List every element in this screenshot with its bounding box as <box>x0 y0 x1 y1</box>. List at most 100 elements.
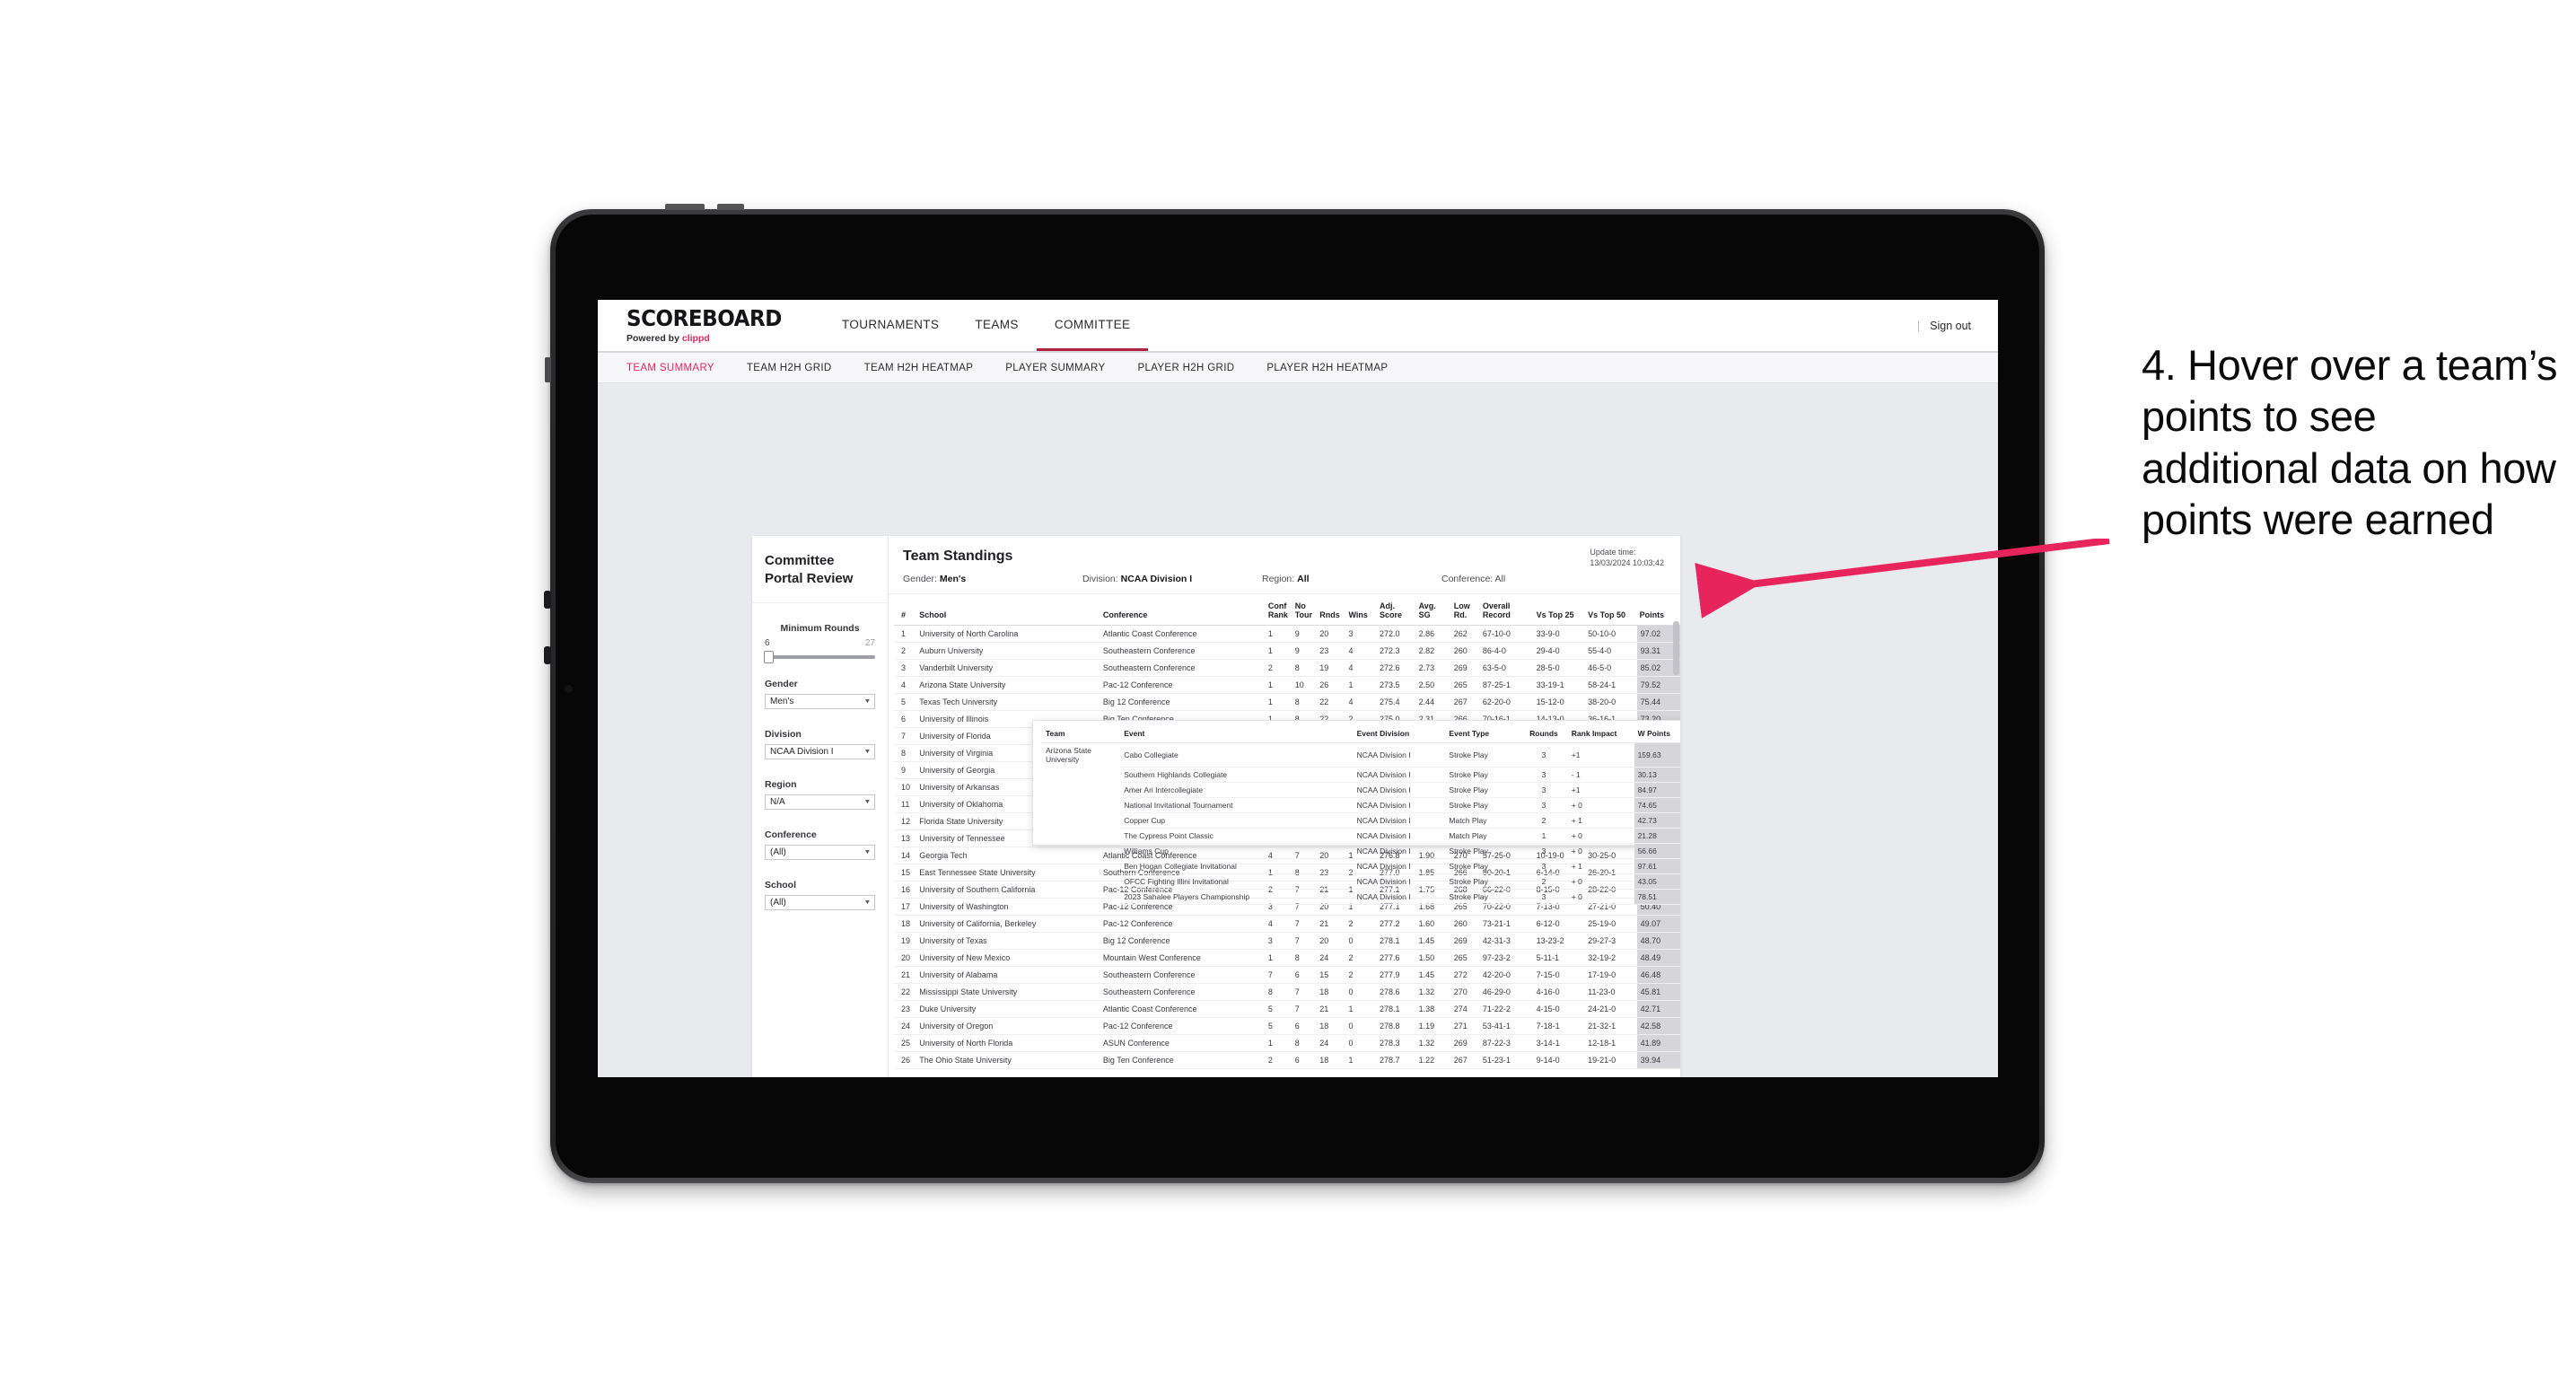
cell-t25: 7-18-1 <box>1533 1017 1586 1036</box>
cell-points[interactable]: 46.48 <box>1636 966 1680 985</box>
tooltip-cell-event: Southern Highlands Collegiate <box>1120 767 1354 783</box>
tab-player-summary[interactable]: PLAYER SUMMARY <box>1005 363 1105 373</box>
volume-down-button[interactable] <box>544 646 551 664</box>
cell-school: Auburn University <box>916 642 1100 661</box>
table-row[interactable]: 20 University of New Mexico Mountain West … <box>894 949 1680 968</box>
cell-adj: 277.2 <box>1376 915 1416 934</box>
school-select[interactable]: (All) ▼ <box>765 894 875 910</box>
annotation-text: 4. Hover over a team’s points to see add… <box>2142 341 2558 543</box>
cell-adj: 278.1 <box>1376 932 1416 951</box>
cell-t50: 19-21-0 <box>1585 1051 1637 1070</box>
table-row[interactable]: 23 Duke University Atlantic Coast Conferen… <box>894 1000 1680 1019</box>
standings-header-row: # School Conference Conf Rank No Tour Rn… <box>894 594 1680 627</box>
cell-points[interactable]: 42.58 <box>1636 1017 1680 1036</box>
cell-points[interactable]: 42.71 <box>1636 1000 1680 1019</box>
cell-num: 6 <box>894 710 917 729</box>
tooltip-cell-division: NCAA Division I <box>1353 797 1446 813</box>
tab-team-h2h-grid[interactable]: TEAM H2H GRID <box>747 363 832 373</box>
table-row[interactable]: 2 Auburn University Southeastern Conferenc… <box>894 642 1680 661</box>
cell-wn: 0 <box>1345 932 1377 951</box>
region-select[interactable]: N/A ▼ <box>765 794 875 810</box>
minimum-rounds-slider-handle[interactable] <box>764 650 774 663</box>
col-no-tour[interactable]: No Tour <box>1292 594 1318 627</box>
division-select[interactable]: NCAA Division I ▼ <box>765 743 875 759</box>
nav-item-teams[interactable]: TEAMS <box>957 300 1037 351</box>
table-row[interactable]: 18 University of California, Berkeley Pac-… <box>894 915 1680 934</box>
cell-points[interactable]: 39.94 <box>1636 1051 1680 1070</box>
table-row[interactable]: 5 Texas Tech University Big 12 Conference 1… <box>894 693 1680 712</box>
cell-points[interactable]: 48.49 <box>1636 949 1680 968</box>
col-conference[interactable]: Conference <box>1100 594 1266 627</box>
power-button[interactable] <box>665 204 705 210</box>
table-row[interactable]: 25 University of North Florida ASUN Confer… <box>894 1034 1680 1053</box>
minimum-rounds-slider[interactable] <box>764 650 875 663</box>
meta-region-label: Region: <box>1262 574 1295 584</box>
meta-conference-label: Conference: <box>1441 574 1494 584</box>
table-row[interactable]: 1 University of North Carolina Atlantic Co… <box>894 625 1680 644</box>
tab-player-h2h-heatmap[interactable]: PLAYER H2H HEATMAP <box>1266 363 1388 373</box>
signout-link[interactable]: Sign out <box>1930 320 1971 332</box>
table-row[interactable]: 4 Arizona State University Pac-12 Conferen… <box>894 676 1680 695</box>
col-rank[interactable]: # <box>894 594 917 627</box>
cell-cr: 1 <box>1265 625 1292 644</box>
nav-item-tournaments[interactable]: TOURNAMENTS <box>824 300 957 351</box>
cell-low: 269 <box>1450 659 1480 678</box>
cell-t50: 32-19-2 <box>1585 949 1637 968</box>
side-button[interactable] <box>545 357 551 382</box>
cell-rec: 51-23-1 <box>1479 1051 1534 1070</box>
cell-points[interactable]: 79.52 <box>1636 676 1680 695</box>
table-row[interactable]: 19 University of Texas Big 12 Conference 3 7… <box>894 932 1680 951</box>
tab-team-summary[interactable]: TEAM SUMMARY <box>626 363 714 373</box>
chevron-down-icon: ▼ <box>863 798 872 805</box>
table-row[interactable]: 3 Vanderbilt University Southeastern Confe… <box>894 659 1680 678</box>
tooltip-cell-division: NCAA Division I <box>1353 828 1446 844</box>
cell-rec: 71-22-2 <box>1479 1000 1534 1019</box>
volume-button[interactable] <box>717 204 744 210</box>
tab-player-h2h-grid[interactable]: PLAYER H2H GRID <box>1137 363 1234 373</box>
cell-points[interactable]: 41.89 <box>1636 1034 1680 1053</box>
cell-low: 267 <box>1450 1051 1480 1070</box>
cell-points[interactable]: 49.07 <box>1636 915 1680 934</box>
col-vs-top-25[interactable]: Vs Top 25 <box>1533 594 1586 627</box>
cell-wn: 4 <box>1345 642 1377 661</box>
vertical-scrollbar[interactable] <box>1673 621 1679 675</box>
col-rnds[interactable]: Rnds <box>1317 594 1346 627</box>
cell-nt: 9 <box>1292 625 1318 644</box>
nav-item-committee[interactable]: COMMITTEE <box>1036 300 1149 351</box>
col-school[interactable]: School <box>916 594 1100 627</box>
volume-up-button[interactable] <box>544 591 551 609</box>
cell-rn: 19 <box>1317 659 1346 678</box>
cell-points[interactable]: 48.70 <box>1636 932 1680 951</box>
cell-t50: 17-19-0 <box>1585 966 1637 985</box>
col-avg-sg[interactable]: Avg. SG <box>1415 594 1451 627</box>
tooltip-table: Team Event Event Division Event Type Rou… <box>1042 726 1680 905</box>
cell-low: 260 <box>1450 642 1480 661</box>
cell-num: 5 <box>894 693 917 712</box>
cell-t50: 21-32-1 <box>1585 1017 1637 1036</box>
table-row[interactable]: 24 University of Oregon Pac-12 Conference 5… <box>894 1017 1680 1036</box>
table-row[interactable]: 26 The Ohio State University Big Ten Confe… <box>894 1051 1680 1070</box>
col-overall-record[interactable]: Overall Record <box>1479 594 1534 627</box>
cell-rec: 67-10-0 <box>1479 625 1534 644</box>
app-logo[interactable]: SCOREBOARD Powered by clippd <box>598 300 804 351</box>
conference-select[interactable]: (All) ▼ <box>765 844 875 860</box>
col-adj-score[interactable]: Adj. Score <box>1376 594 1416 627</box>
col-wins[interactable]: Wins <box>1345 594 1377 627</box>
tooltip-cell-rounds: 3 <box>1520 858 1568 874</box>
annotation-arrow <box>1695 539 2110 618</box>
table-row[interactable]: 21 University of Alabama Southeastern Conf… <box>894 966 1680 985</box>
gender-select[interactable]: Men's ▼ <box>765 693 875 709</box>
table-row[interactable]: 22 Mississippi State University Southeaste… <box>894 983 1680 1002</box>
cell-adj: 278.1 <box>1376 1000 1416 1019</box>
cell-cr: 1 <box>1265 676 1292 695</box>
col-vs-top-50[interactable]: Vs Top 50 <box>1585 594 1637 627</box>
col-conf-rank[interactable]: Conf Rank <box>1265 594 1292 627</box>
col-low-rd[interactable]: Low Rd. <box>1450 594 1480 627</box>
tooltip-cell-type: Match Play <box>1445 812 1520 829</box>
filter-panel: Committee Portal Review Minimum Rounds 6… <box>752 536 889 1077</box>
cell-school: University of Oregon <box>916 1017 1100 1036</box>
cell-points[interactable]: 45.81 <box>1636 983 1680 1002</box>
cell-points[interactable]: 75.44 <box>1636 693 1680 712</box>
tab-team-h2h-heatmap[interactable]: TEAM H2H HEATMAP <box>864 363 974 373</box>
standings-table-head: # School Conference Conf Rank No Tour Rn… <box>894 594 1680 627</box>
